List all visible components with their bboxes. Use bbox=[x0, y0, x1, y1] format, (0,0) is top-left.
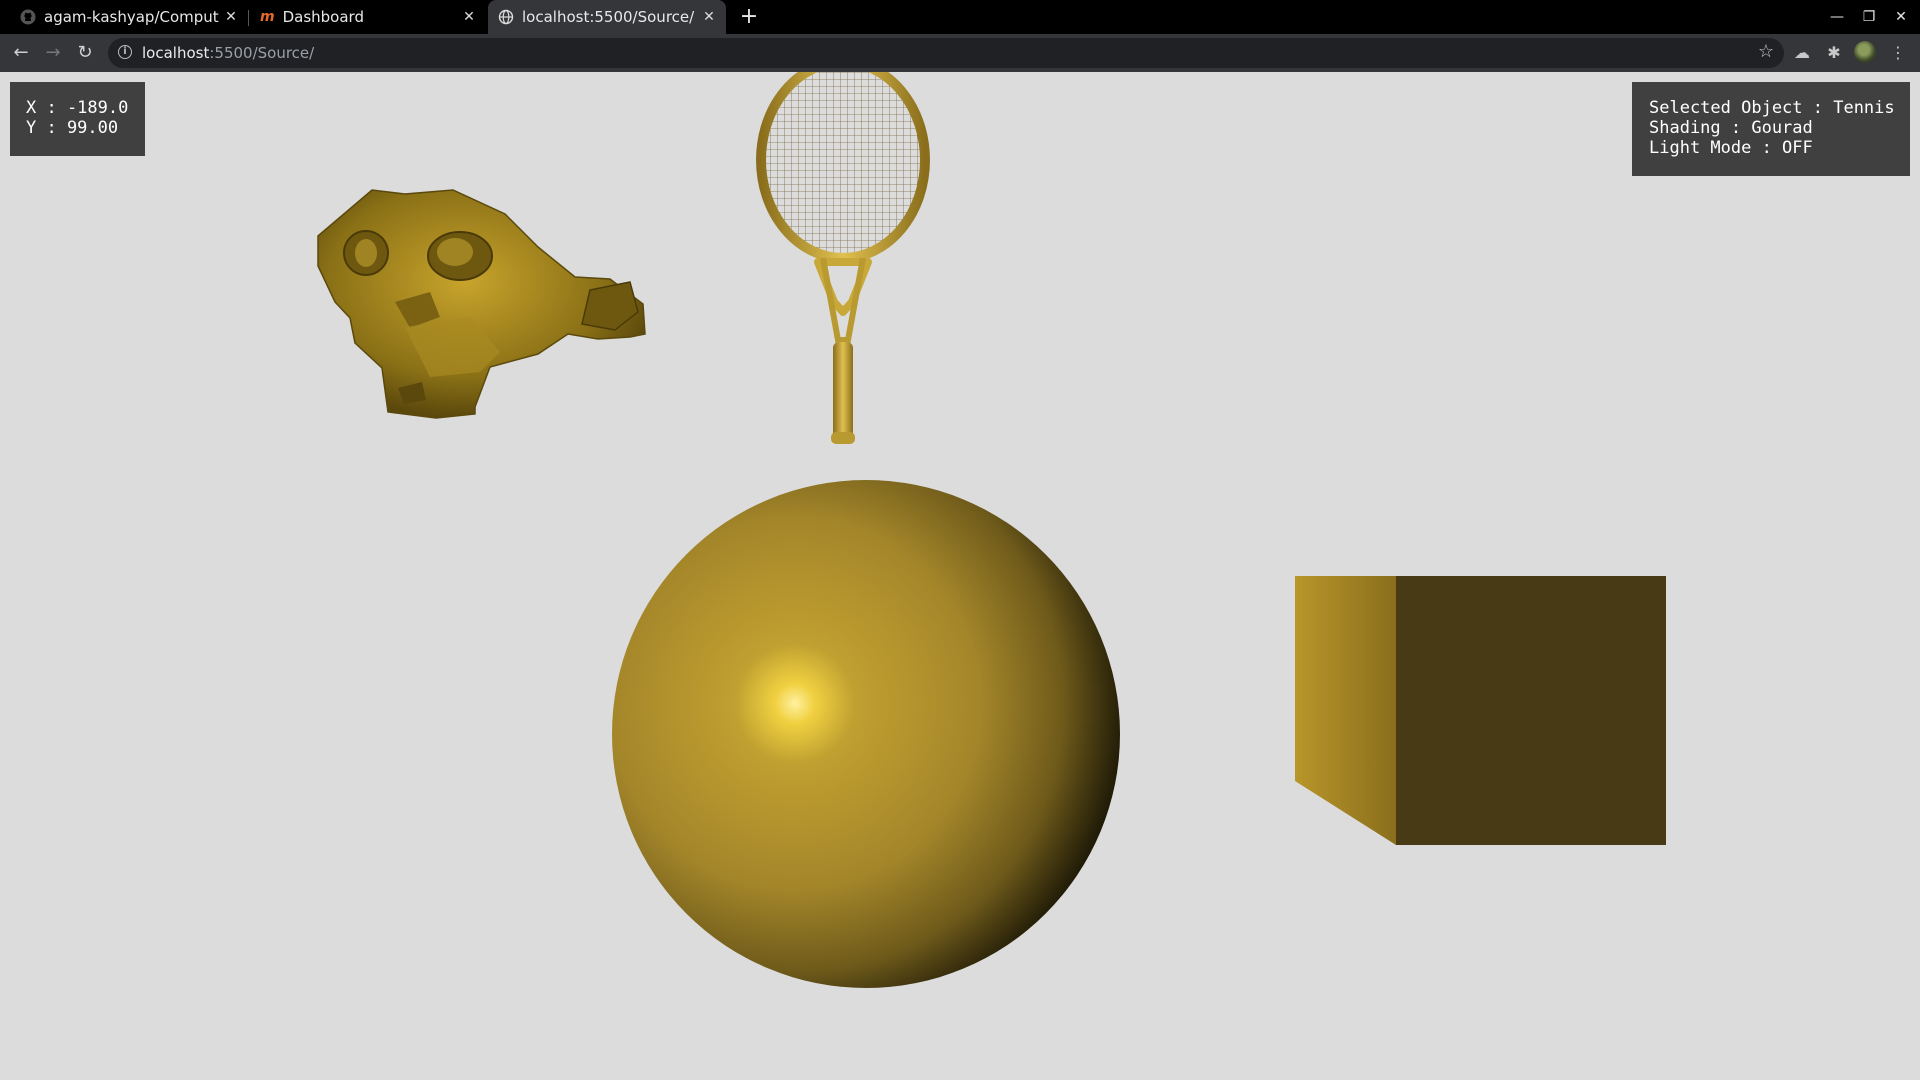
tennis-racket-object[interactable] bbox=[756, 72, 930, 444]
menu-kebab-icon[interactable]: ⋮ bbox=[1886, 41, 1910, 65]
monkey-head-object[interactable] bbox=[317, 189, 646, 419]
address-bar[interactable]: i localhost:5500/Source/ ☆ bbox=[108, 38, 1784, 68]
new-tab-button[interactable]: + bbox=[737, 5, 761, 29]
minimize-icon[interactable]: — bbox=[1826, 6, 1848, 28]
avatar[interactable] bbox=[1854, 41, 1876, 63]
close-icon[interactable]: ✕ bbox=[460, 8, 478, 26]
shading-status: Shading : Gourad bbox=[1649, 118, 1813, 138]
y-coordinate: Y : 99.00 bbox=[26, 118, 119, 138]
browser-toolbar: ← → ↻ i localhost:5500/Source/ ☆ ☁ ✱ ⋮ bbox=[0, 34, 1920, 72]
tab-github[interactable]: agam-kashyap/Computer ✕ bbox=[8, 0, 248, 34]
site-info-icon[interactable]: i bbox=[118, 45, 132, 59]
tab-dashboard[interactable]: m Dashboard ✕ bbox=[250, 0, 486, 34]
close-icon[interactable]: ✕ bbox=[700, 8, 718, 26]
window-close-icon[interactable]: ✕ bbox=[1890, 6, 1912, 28]
extension-cloud-icon[interactable]: ☁ bbox=[1790, 41, 1814, 65]
selected-object-status: Selected Object : Tennis bbox=[1649, 98, 1895, 118]
bookmark-star-icon[interactable]: ☆ bbox=[1758, 41, 1774, 62]
scene-render bbox=[317, 72, 1666, 988]
tab-label: agam-kashyap/Computer bbox=[44, 8, 219, 26]
webgl-canvas[interactable]: X : -189.0 Y : 99.00 Selected Object : Te… bbox=[0, 72, 1920, 1080]
status-panel: Selected Object : Tennis Shading : Gourad… bbox=[1632, 82, 1910, 176]
tab-localhost[interactable]: localhost:5500/Source/ ✕ bbox=[488, 0, 726, 34]
coordinate-readout: X : -189.0 Y : 99.00 bbox=[10, 82, 145, 156]
tab-strip: agam-kashyap/Computer ✕ m Dashboard ✕ lo… bbox=[0, 0, 1920, 34]
close-icon[interactable]: ✕ bbox=[222, 8, 240, 26]
puzzle-extensions-icon[interactable]: ✱ bbox=[1822, 41, 1846, 65]
x-coordinate: X : -189.0 bbox=[26, 98, 129, 118]
light-mode-status: Light Mode : OFF bbox=[1649, 138, 1813, 158]
github-icon bbox=[20, 9, 36, 25]
back-icon[interactable]: ← bbox=[9, 41, 33, 65]
tab-label: localhost:5500/Source/ bbox=[522, 8, 695, 26]
reload-icon[interactable]: ↻ bbox=[73, 41, 97, 65]
sphere-object[interactable] bbox=[612, 480, 1120, 988]
restore-icon[interactable]: ❐ bbox=[1858, 6, 1880, 28]
tab-separator bbox=[248, 10, 249, 26]
dashboard-logo-icon: m bbox=[260, 9, 275, 25]
cube-object[interactable] bbox=[1295, 576, 1666, 845]
forward-icon[interactable]: → bbox=[41, 41, 65, 65]
globe-icon bbox=[498, 9, 514, 25]
tab-label: Dashboard bbox=[282, 8, 364, 26]
url-text[interactable]: localhost:5500/Source/ bbox=[142, 44, 314, 62]
